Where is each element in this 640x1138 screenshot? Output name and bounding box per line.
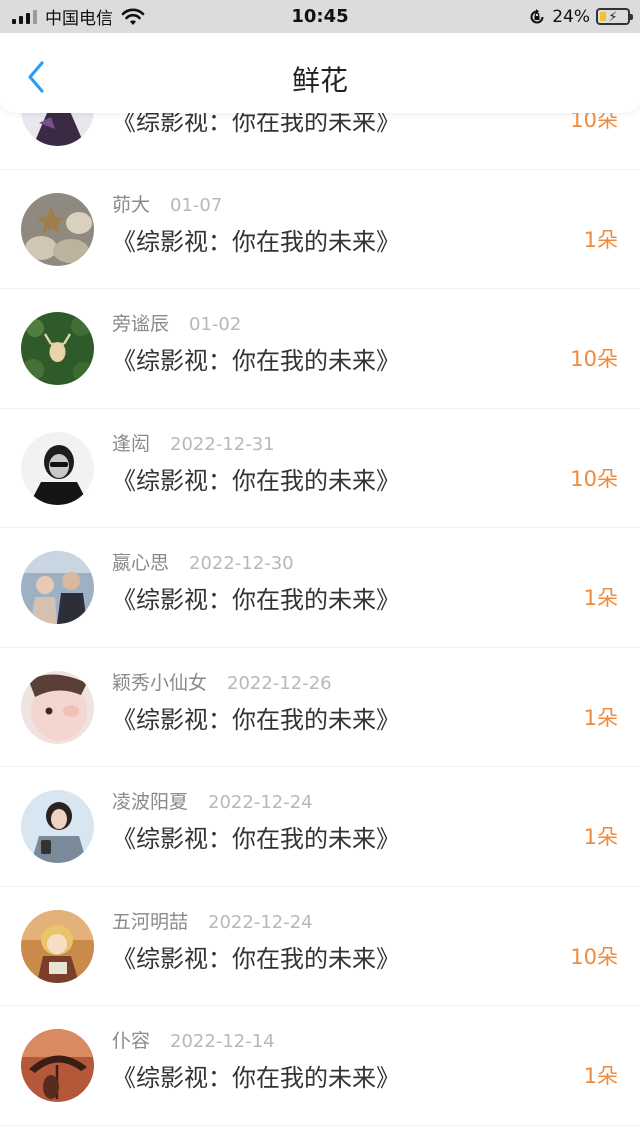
flower-record-list: 《综影视：你在我的未来》 10朵 茆大 01-07 《综影视：你在我的未来》 1… xyxy=(0,50,640,1126)
work-title: 《综影视：你在我的未来》 xyxy=(112,825,400,853)
user-name: 五河明喆 xyxy=(112,910,189,933)
list-item[interactable]: 逢闳 2022-12-31 《综影视：你在我的未来》 10朵 xyxy=(0,409,640,528)
list-item[interactable]: 颖秀小仙女 2022-12-26 《综影视：你在我的未来》 1朵 xyxy=(0,648,640,767)
flower-count: 1朵 xyxy=(583,825,618,849)
flower-count: 10朵 xyxy=(570,466,618,491)
list-item[interactable]: 凌波阳夏 2022-12-24 《综影视：你在我的未来》 1朵 xyxy=(0,767,640,887)
record-date: 2022-12-30 xyxy=(189,553,294,574)
avatar[interactable] xyxy=(21,790,94,863)
record-date: 2022-12-14 xyxy=(170,1031,275,1052)
charging-bolt-icon: ⚡ xyxy=(608,10,618,25)
work-title: 《综影视：你在我的未来》 xyxy=(112,227,400,256)
avatar[interactable] xyxy=(21,670,94,744)
record-meta: 颖秀小仙女 2022-12-26 xyxy=(112,668,332,695)
avatar[interactable] xyxy=(21,312,94,385)
work-title: 《综影视：你在我的未来》 xyxy=(112,1064,400,1092)
record-meta: 茆大 01-07 xyxy=(112,190,222,217)
record-meta: 五河明喆 2022-12-24 xyxy=(112,907,313,934)
battery-percent: 24% xyxy=(552,6,590,27)
list-item[interactable]: 仆容 2022-12-14 《综影视：你在我的未来》 1朵 xyxy=(0,1006,640,1126)
record-meta: 旁谧辰 01-02 xyxy=(112,309,241,336)
list-item[interactable]: 旁谧辰 01-02 《综影视：你在我的未来》 10朵 xyxy=(0,289,640,409)
user-name: 逢闳 xyxy=(112,432,151,455)
list-item[interactable]: 嬴心思 2022-12-30 《综影视：你在我的未来》 1朵 xyxy=(0,528,640,648)
work-title: 《综影视：你在我的未来》 xyxy=(112,466,400,495)
record-date: 2022-12-24 xyxy=(208,792,313,813)
nav-header: 鲜花 xyxy=(0,33,640,113)
user-name: 颖秀小仙女 xyxy=(112,671,208,694)
record-meta: 逢闳 2022-12-31 xyxy=(112,429,275,456)
work-title: 《综影视：你在我的未来》 xyxy=(112,347,400,375)
avatar[interactable] xyxy=(21,192,94,266)
user-name: 凌波阳夏 xyxy=(112,791,189,813)
page-title: 鲜花 xyxy=(291,64,348,97)
flower-count: 1朵 xyxy=(583,1064,618,1088)
user-name: 旁谧辰 xyxy=(112,313,170,335)
user-name: 嬴心思 xyxy=(112,552,170,574)
user-name: 茆大 xyxy=(112,193,151,216)
status-bar: 中国电信 10:45 24% ⚡ xyxy=(0,0,640,33)
flower-count: 10朵 xyxy=(570,944,618,969)
record-date: 2022-12-26 xyxy=(227,672,332,694)
record-meta: 嬴心思 2022-12-30 xyxy=(112,548,294,575)
work-title: 《综影视：你在我的未来》 xyxy=(112,586,400,614)
orientation-lock-icon xyxy=(528,8,546,26)
avatar[interactable] xyxy=(21,909,94,983)
avatar[interactable] xyxy=(21,431,94,505)
record-date: 2022-12-24 xyxy=(208,911,313,933)
flower-count: 10朵 xyxy=(570,347,618,371)
record-date: 01-02 xyxy=(189,314,242,335)
status-right: 24% ⚡ xyxy=(528,0,633,33)
battery-icon: ⚡ xyxy=(596,8,633,25)
avatar[interactable] xyxy=(21,551,94,624)
record-date: 01-07 xyxy=(170,194,223,216)
work-title: 《综影视：你在我的未来》 xyxy=(112,944,400,973)
screen: 中国电信 10:45 24% ⚡ 鲜花 《综影视：你在我的未来》 10朵 茆大 … xyxy=(0,0,640,1138)
user-name: 仆容 xyxy=(112,1030,151,1052)
record-date: 2022-12-31 xyxy=(170,433,275,455)
flower-count: 1朵 xyxy=(583,227,618,252)
record-meta: 仆容 2022-12-14 xyxy=(112,1026,275,1053)
list-item[interactable]: 五河明喆 2022-12-24 《综影视：你在我的未来》 10朵 xyxy=(0,887,640,1006)
record-meta: 凌波阳夏 2022-12-24 xyxy=(112,787,313,814)
flower-count: 1朵 xyxy=(583,586,618,610)
flower-count: 1朵 xyxy=(583,705,618,730)
avatar[interactable] xyxy=(21,1029,94,1102)
list-item[interactable]: 茆大 01-07 《综影视：你在我的未来》 1朵 xyxy=(0,170,640,289)
work-title: 《综影视：你在我的未来》 xyxy=(112,705,400,734)
